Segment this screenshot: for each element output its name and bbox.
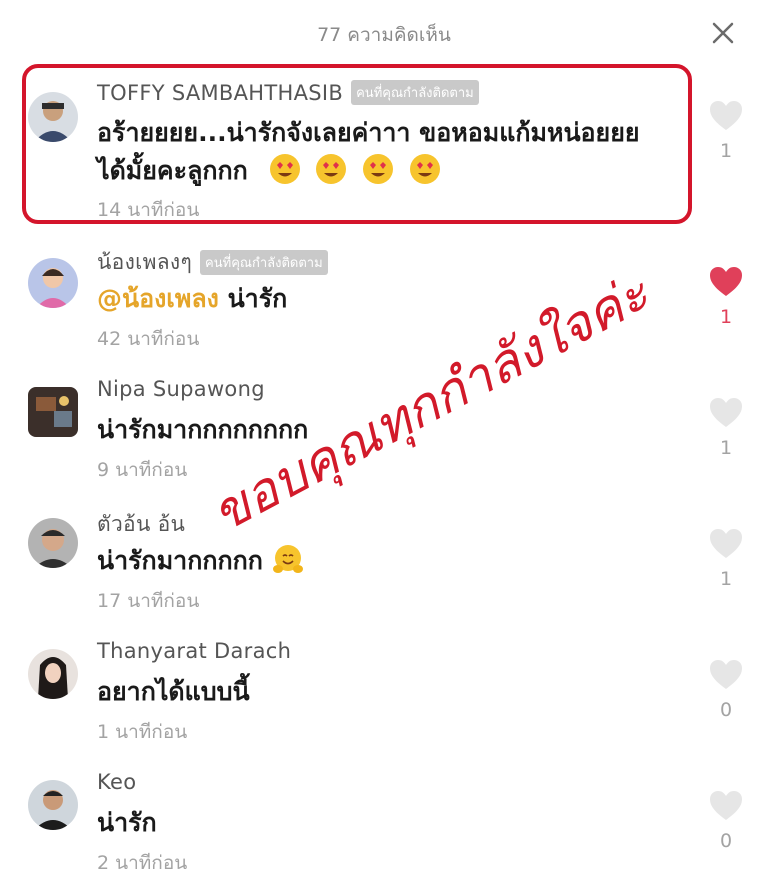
comment-text-line: ได้มั้ยคะลูกกก xyxy=(97,152,640,190)
comment-text: @น้องเพลง น่ารัก xyxy=(97,280,287,318)
avatar[interactable] xyxy=(28,649,78,699)
comment-text: น่ารักมากกกกกกกก xyxy=(97,415,309,444)
avatar[interactable] xyxy=(28,780,78,830)
following-badge: คนที่คุณกำลังติดตาม xyxy=(351,80,479,105)
like-count: 0 xyxy=(719,699,733,721)
comment-time: 1 นาทีก่อน xyxy=(97,721,188,743)
commenter-name[interactable]: น้องเพลงๆ xyxy=(97,246,192,279)
mention-link[interactable]: @น้องเพลง xyxy=(97,284,219,313)
comment-item: Nipa Supawong น่ารักมากกกกกกกก 9 นาทีก่อ… xyxy=(0,369,768,501)
comment-text: อร้ายยยย...น่ารักจังเลยค่าาา ขอหอมแก้มหน… xyxy=(97,114,640,190)
commenter-name[interactable]: Nipa Supawong xyxy=(97,377,265,401)
comment-item: Thanyarat Darach อยากได้แบบนี้ 1 นาทีก่อ… xyxy=(0,631,768,763)
like-count: 1 xyxy=(719,568,733,590)
heart-eyes-emoji xyxy=(362,154,393,184)
comment-text: น่ารักมากกกกก xyxy=(97,542,310,580)
like-button[interactable]: 1 xyxy=(706,100,746,162)
commenter-name[interactable]: Thanyarat Darach xyxy=(97,639,291,663)
like-count: 0 xyxy=(719,830,733,852)
comment-text-part: ได้มั้ยคะลูกกก xyxy=(97,156,248,185)
following-badge: คนที่คุณกำลังติดตาม xyxy=(200,250,328,275)
like-button[interactable]: 0 xyxy=(706,659,746,721)
comment-text: อยากได้แบบนี้ xyxy=(97,677,250,706)
comments-header: 77 ความคิดเห็น xyxy=(0,0,768,64)
emoji-group xyxy=(269,154,447,185)
heart-outline-icon xyxy=(710,398,742,427)
heart-outline-icon xyxy=(710,791,742,820)
commenter-name[interactable]: TOFFY SAMBAHTHASIB xyxy=(97,81,343,105)
comment-text-part: น่ารักมากกกกก xyxy=(97,546,263,575)
heart-filled-icon xyxy=(710,267,742,296)
comment-time: 17 นาทีก่อน xyxy=(97,590,200,612)
heart-eyes-emoji xyxy=(409,154,440,184)
comment-time: 9 นาทีก่อน xyxy=(97,459,188,481)
avatar[interactable] xyxy=(28,387,78,437)
comment-item: Keo น่ารัก 2 นาทีก่อน 0 xyxy=(0,762,768,892)
like-button[interactable]: 0 xyxy=(706,790,746,852)
avatar[interactable] xyxy=(28,92,78,142)
comment-text-part: น่ารัก xyxy=(227,284,288,313)
heart-eyes-emoji xyxy=(316,154,347,184)
like-button[interactable]: 1 xyxy=(706,266,746,328)
comment-item: ตัวอ้น อ้น น่ารักมากกกกก 17 นาทีก่อน 1 xyxy=(0,500,768,632)
heart-outline-icon xyxy=(710,101,742,130)
comment-time: 2 นาทีก่อน xyxy=(97,852,188,874)
like-count: 1 xyxy=(719,437,733,459)
avatar[interactable] xyxy=(28,258,78,308)
commenter-name[interactable]: Keo xyxy=(97,770,136,794)
close-icon xyxy=(712,22,734,44)
like-count: 1 xyxy=(719,306,733,328)
commenter-name[interactable]: ตัวอ้น อ้น xyxy=(97,508,185,541)
like-button[interactable]: 1 xyxy=(706,397,746,459)
avatar[interactable] xyxy=(28,518,78,568)
close-button[interactable] xyxy=(708,18,738,48)
comments-count-title: 77 ความคิดเห็น xyxy=(317,24,451,46)
like-button[interactable]: 1 xyxy=(706,528,746,590)
heart-eyes-emoji xyxy=(269,154,300,184)
comment-item: น้องเพลงๆ คนที่คุณกำลังติดตาม @น้องเพลง … xyxy=(0,238,768,370)
heart-outline-icon xyxy=(710,660,742,689)
comment-text-line: อร้ายยยย...น่ารักจังเลยค่าาา ขอหอมแก้มหน… xyxy=(97,118,640,147)
heart-outline-icon xyxy=(710,529,742,558)
comment-item: TOFFY SAMBAHTHASIB คนที่คุณกำลังติดตาม อ… xyxy=(0,72,768,221)
comment-text: น่ารัก xyxy=(97,808,157,837)
comment-time: 14 นาทีก่อน xyxy=(97,199,200,221)
like-count: 1 xyxy=(719,140,733,162)
comment-time: 42 นาทีก่อน xyxy=(97,328,200,350)
hugging-face-emoji xyxy=(272,545,303,573)
